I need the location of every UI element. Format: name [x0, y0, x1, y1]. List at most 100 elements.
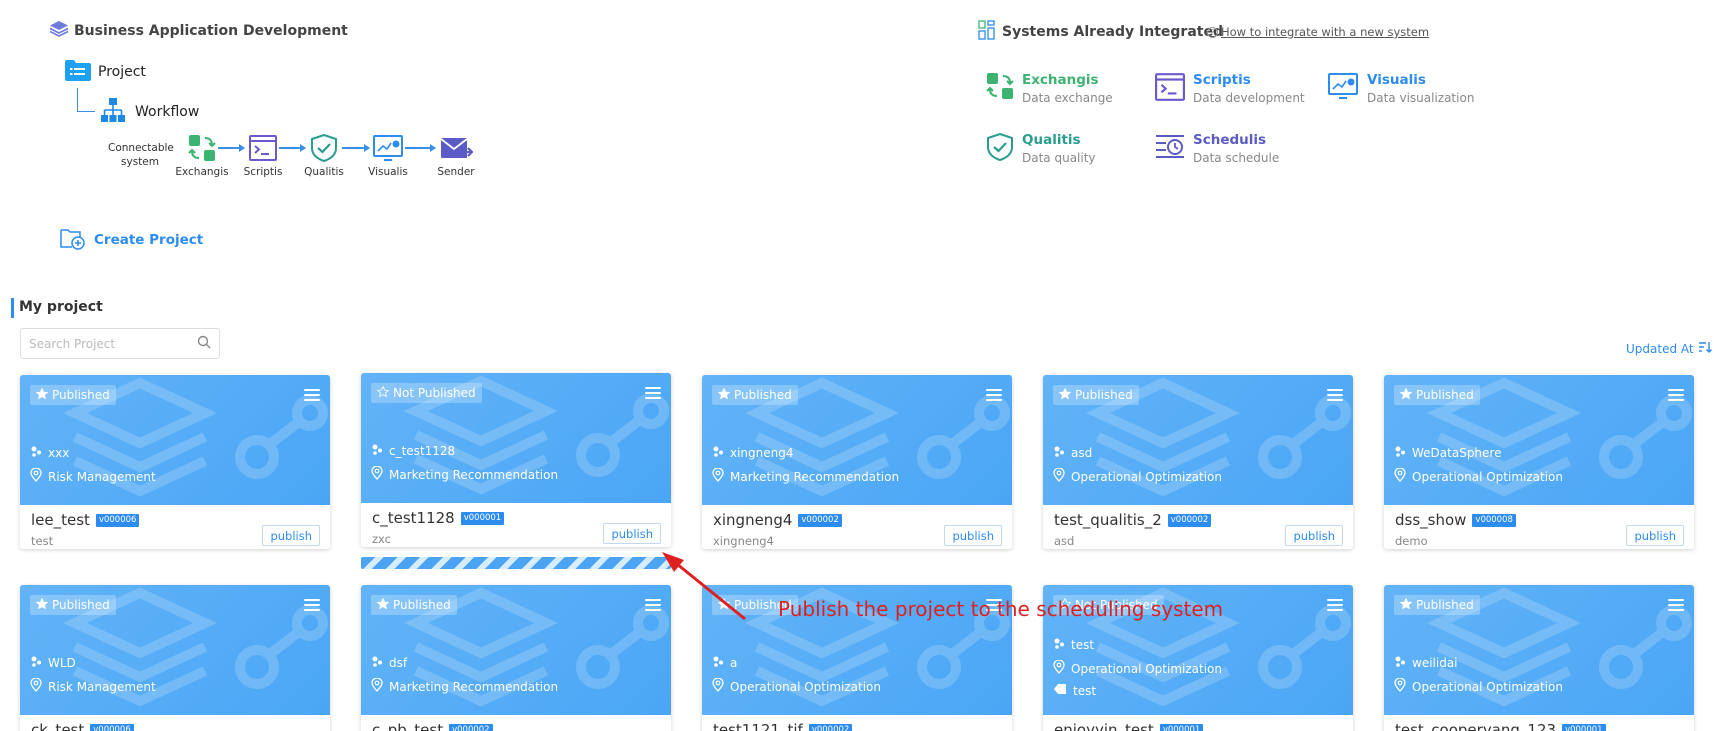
system-name: Scriptis — [1193, 72, 1251, 88]
search-icon[interactable] — [197, 334, 211, 353]
status-label: Published — [734, 388, 792, 402]
chain-label: Sender — [437, 166, 475, 178]
publish-button[interactable]: publish — [603, 523, 661, 544]
system-scriptis[interactable]: Scriptis Data development — [1155, 72, 1305, 108]
project-description: test — [31, 534, 54, 548]
search-box[interactable] — [20, 328, 220, 359]
project-name: c_test1128 — [372, 509, 455, 527]
project-description: xingneng4 — [713, 534, 774, 548]
owner-row: a — [712, 655, 737, 670]
card-menu-icon[interactable] — [304, 599, 320, 614]
project-card[interactable]: Published xxx Risk Management lee_test v… — [20, 375, 330, 549]
workflow-label: Workflow — [135, 104, 200, 120]
project-card[interactable]: Published a Operational Optimization tes… — [702, 585, 1012, 731]
publish-button[interactable]: publish — [262, 525, 320, 546]
status-badge: Published — [371, 595, 457, 615]
category-row: Marketing Recommendation — [712, 467, 899, 485]
sort-updated-at-button[interactable]: Updated At — [1626, 340, 1712, 357]
status-badge: Published — [1394, 595, 1480, 615]
status-label: Published — [52, 598, 110, 612]
card-body: dss_show v000008 demo publish — [1384, 505, 1694, 549]
status-badge: Published — [712, 385, 798, 405]
status-badge: Not Published — [371, 383, 482, 403]
project-card[interactable]: Not Published test Operational Optimizat… — [1043, 585, 1353, 731]
card-menu-icon[interactable] — [645, 599, 661, 614]
mail-icon — [440, 138, 473, 158]
category-row: Risk Management — [30, 677, 156, 695]
business-app-dev-label: Business Application Development — [74, 23, 348, 39]
systems-integrated-title: Systems Already Integrated — [978, 20, 1223, 44]
owner-label: weilidai — [1412, 655, 1458, 670]
card-menu-icon[interactable] — [1327, 599, 1343, 614]
question-icon: ? — [1207, 26, 1218, 38]
layers-icon — [48, 19, 70, 43]
location-icon — [712, 467, 724, 485]
publish-button[interactable]: publish — [1626, 525, 1684, 546]
card-body: lee_test v000006 test publish — [20, 505, 330, 549]
system-name: Exchangis — [1022, 72, 1099, 88]
project-card[interactable]: Published weilidai Operational Optimizat… — [1384, 585, 1694, 731]
category-label: Operational Optimization — [1412, 679, 1563, 694]
system-schedulis[interactable]: Schedulis Data schedule — [1155, 132, 1279, 168]
card-body: ck_test v000006 — [20, 715, 330, 731]
card-header: Published WeDataSphere Operational Optim… — [1384, 375, 1694, 505]
card-menu-icon[interactable] — [986, 389, 1002, 404]
script-icon — [249, 135, 277, 161]
chain-exchangis: Exchangis — [172, 134, 232, 178]
card-header: Published weilidai Operational Optimizat… — [1384, 585, 1694, 715]
user-group-icon — [371, 655, 383, 670]
owner-label: WeDataSphere — [1412, 445, 1502, 460]
owner-row: dsf — [371, 655, 407, 670]
card-menu-icon[interactable] — [304, 389, 320, 404]
card-menu-icon[interactable] — [1668, 599, 1684, 614]
publish-button[interactable]: publish — [1285, 525, 1343, 546]
owner-row: xxx — [30, 445, 69, 460]
grid-icon — [978, 20, 996, 44]
project-name: xingneng4 — [713, 511, 793, 529]
project-card[interactable]: Published asd Operational Optimization t… — [1043, 375, 1353, 549]
system-visualis[interactable]: Visualis Data visualization — [1327, 72, 1474, 108]
user-group-icon — [1053, 637, 1065, 652]
project-card[interactable]: Published WeDataSphere Operational Optim… — [1384, 375, 1694, 549]
card-menu-icon[interactable] — [1327, 389, 1343, 404]
exchange-icon — [986, 73, 1014, 99]
chain-label: Scriptis — [243, 166, 283, 178]
category-row: Operational Optimization — [712, 677, 881, 695]
star-icon — [1399, 387, 1413, 403]
system-exchangis[interactable]: Exchangis Data exchange — [986, 72, 1113, 108]
card-menu-icon[interactable] — [1668, 389, 1684, 404]
location-icon — [712, 677, 724, 695]
project-card[interactable]: Published WLD Risk Management ck_test v0… — [20, 585, 330, 731]
user-group-icon — [1053, 445, 1065, 460]
project-name: test1121_tjf — [713, 721, 803, 731]
star-icon — [35, 597, 49, 613]
tree-workflow: Workflow — [99, 96, 199, 128]
chain-visualis: Visualis — [358, 134, 418, 178]
project-label: Project — [98, 64, 146, 80]
project-description: asd — [1054, 534, 1075, 548]
project-card[interactable]: Published dsf Marketing Recommendation c… — [361, 585, 671, 731]
integrate-new-system-link[interactable]: ? How to integrate with a new system — [1207, 25, 1429, 39]
systems-integrated-label: Systems Already Integrated — [1002, 24, 1223, 40]
category-row: Risk Management — [30, 467, 156, 485]
sort-desc-icon — [1698, 340, 1712, 357]
status-label: Published — [393, 598, 451, 612]
search-input[interactable] — [29, 336, 197, 351]
project-card[interactable]: Not Published c_test1128 Marketing Recom… — [361, 373, 671, 547]
project-name: test_cooperyang_123 — [1395, 721, 1557, 731]
card-menu-icon[interactable] — [645, 387, 661, 402]
status-label: Published — [1075, 388, 1133, 402]
project-name: lee_test — [31, 511, 90, 529]
card-menu-icon[interactable] — [986, 599, 1002, 614]
publish-button[interactable]: publish — [944, 525, 1002, 546]
card-header: Published asd Operational Optimization — [1043, 375, 1353, 505]
star-icon — [717, 597, 731, 613]
category-label: Risk Management — [48, 679, 156, 694]
system-qualitis[interactable]: Qualitis Data quality — [986, 132, 1096, 168]
sort-label: Updated At — [1626, 341, 1694, 356]
project-name: ck_test — [31, 721, 85, 731]
status-label: Published — [1416, 598, 1474, 612]
create-project-button[interactable]: Create Project — [60, 226, 203, 254]
project-card[interactable]: Published xingneng4 Marketing Recommenda… — [702, 375, 1012, 549]
project-name-row: test_qualitis_2 v000002 — [1054, 511, 1212, 529]
